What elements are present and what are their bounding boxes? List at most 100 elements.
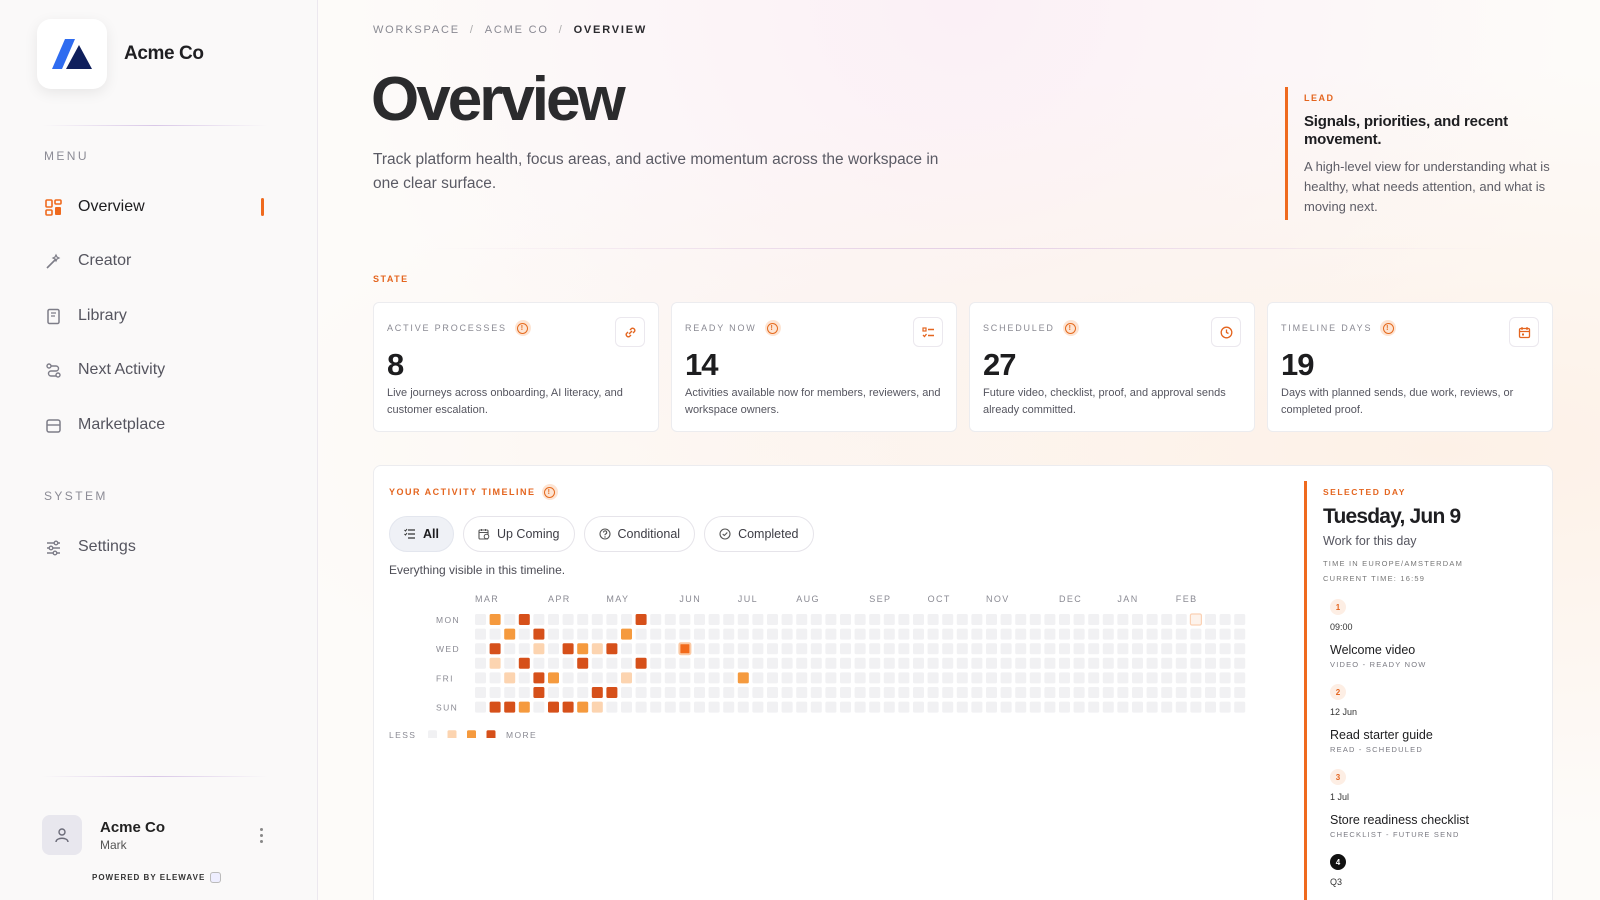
heatmap-cell[interactable]: [737, 614, 749, 625]
heatmap-cell[interactable]: [1146, 614, 1158, 625]
heatmap-cell[interactable]: [475, 687, 486, 698]
heatmap-cell[interactable]: [679, 672, 691, 684]
heatmap-cell[interactable]: [1000, 701, 1012, 713]
sidebar-item-library[interactable]: Library: [44, 299, 266, 333]
heatmap-cell[interactable]: [694, 643, 705, 655]
heatmap-cell[interactable]: [971, 672, 983, 684]
heatmap-cell[interactable]: [664, 614, 676, 625]
heatmap-cell[interactable]: [840, 628, 851, 640]
heatmap-cell[interactable]: [927, 643, 939, 655]
heatmap-cell[interactable]: [956, 628, 968, 640]
heatmap-cell[interactable]: [1044, 687, 1056, 698]
heatmap-cell[interactable]: [504, 687, 516, 698]
heatmap-cell[interactable]: [694, 657, 705, 669]
heatmap-cell[interactable]: [1088, 614, 1100, 625]
heatmap-cell[interactable]: [1000, 657, 1012, 669]
heatmap-cell[interactable]: [1102, 614, 1114, 625]
heatmap-cell[interactable]: [664, 643, 676, 655]
heatmap-cell[interactable]: [1015, 628, 1027, 640]
heatmap-cell[interactable]: [1161, 701, 1173, 713]
heatmap-cell[interactable]: [1219, 614, 1231, 625]
heatmap-cell[interactable]: [533, 614, 545, 625]
heatmap-cell[interactable]: [1029, 643, 1041, 655]
heatmap-cell[interactable]: [796, 672, 808, 684]
heatmap-cell[interactable]: [679, 687, 691, 698]
heatmap-cell[interactable]: [913, 701, 924, 713]
heatmap-cell[interactable]: [854, 657, 866, 669]
heatmap-cell[interactable]: [664, 628, 676, 640]
heatmap-cell[interactable]: [956, 614, 968, 625]
heatmap-cell[interactable]: [898, 643, 910, 655]
info-icon[interactable]: !: [1380, 320, 1397, 336]
heatmap-cell[interactable]: [475, 643, 486, 655]
heatmap-cell[interactable]: [840, 657, 851, 669]
heatmap-cell[interactable]: [942, 701, 954, 713]
heatmap-cell[interactable]: [913, 628, 924, 640]
heatmap-cell[interactable]: [723, 643, 735, 655]
heatmap-cell[interactable]: [708, 672, 720, 684]
heatmap-cell[interactable]: [737, 672, 749, 684]
heatmap-cell[interactable]: [1059, 701, 1070, 713]
heatmap-cell[interactable]: [562, 614, 574, 625]
agenda-item[interactable]: 1 09:00 Welcome video VIDEO - READY NOW: [1330, 599, 1530, 669]
heatmap-cell[interactable]: [1190, 687, 1202, 698]
heatmap-cell[interactable]: [942, 614, 954, 625]
heatmap-cell[interactable]: [1205, 657, 1216, 669]
heatmap-cell[interactable]: [986, 657, 997, 669]
heatmap-cell[interactable]: [475, 672, 486, 684]
heatmap-cell[interactable]: [679, 657, 691, 669]
info-icon[interactable]: !: [541, 484, 558, 500]
heatmap-cell[interactable]: [1175, 672, 1187, 684]
heatmap-cell[interactable]: [1175, 628, 1187, 640]
heatmap-cell[interactable]: [1088, 701, 1100, 713]
heatmap-cell[interactable]: [810, 657, 822, 669]
heatmap-cell[interactable]: [1161, 687, 1173, 698]
heatmap-cell[interactable]: [1088, 657, 1100, 669]
heatmap-cell[interactable]: [1000, 687, 1012, 698]
heatmap-cell[interactable]: [869, 657, 881, 669]
heatmap-cell[interactable]: [489, 657, 501, 669]
heatmap-cell[interactable]: [548, 672, 559, 684]
heatmap-cell[interactable]: [927, 687, 939, 698]
heatmap-cell[interactable]: [518, 614, 530, 625]
heatmap-cell[interactable]: [504, 657, 516, 669]
heatmap-cell[interactable]: [606, 672, 618, 684]
heatmap-cell[interactable]: [781, 643, 793, 655]
heatmap-cell[interactable]: [562, 701, 574, 713]
filter-conditional[interactable]: Conditional: [583, 516, 696, 552]
heatmap-cell[interactable]: [489, 614, 501, 625]
heatmap-cell[interactable]: [869, 643, 881, 655]
heatmap-cell[interactable]: [475, 614, 486, 625]
link-icon[interactable]: [615, 317, 645, 347]
heatmap-cell[interactable]: [767, 672, 778, 684]
sidebar-item-creator[interactable]: Creator: [44, 244, 266, 278]
heatmap-cell[interactable]: [1117, 628, 1129, 640]
heatmap-cell[interactable]: [869, 672, 881, 684]
heatmap-cell[interactable]: [1190, 657, 1202, 669]
heatmap-cell[interactable]: [956, 687, 968, 698]
heatmap-cell[interactable]: [796, 643, 808, 655]
heatmap-cell[interactable]: [927, 614, 939, 625]
heatmap-cell[interactable]: [883, 701, 895, 713]
heatmap-cell[interactable]: [548, 657, 559, 669]
heatmap-cell[interactable]: [781, 701, 793, 713]
heatmap-cell[interactable]: [489, 643, 501, 655]
heatmap-cell[interactable]: [708, 687, 720, 698]
heatmap-cell[interactable]: [1044, 672, 1056, 684]
heatmap-cell[interactable]: [854, 628, 866, 640]
heatmap-cell[interactable]: [810, 687, 822, 698]
heatmap-cell[interactable]: [796, 628, 808, 640]
heatmap-cell[interactable]: [1000, 614, 1012, 625]
heatmap-cell[interactable]: [913, 643, 924, 655]
heatmap-cell[interactable]: [650, 657, 662, 669]
heatmap-cell[interactable]: [825, 628, 837, 640]
heatmap-cell[interactable]: [1175, 643, 1187, 655]
heatmap-cell[interactable]: [752, 643, 764, 655]
agenda-item[interactable]: 3 1 Jul Store readiness checklist CHECKL…: [1330, 769, 1530, 839]
heatmap-cell[interactable]: [825, 672, 837, 684]
heatmap-cell[interactable]: [708, 628, 720, 640]
sidebar-item-next-activity[interactable]: Next Activity: [44, 353, 266, 387]
heatmap-cell[interactable]: [1029, 614, 1041, 625]
heatmap-cell[interactable]: [767, 657, 778, 669]
heatmap-cell[interactable]: [518, 657, 530, 669]
